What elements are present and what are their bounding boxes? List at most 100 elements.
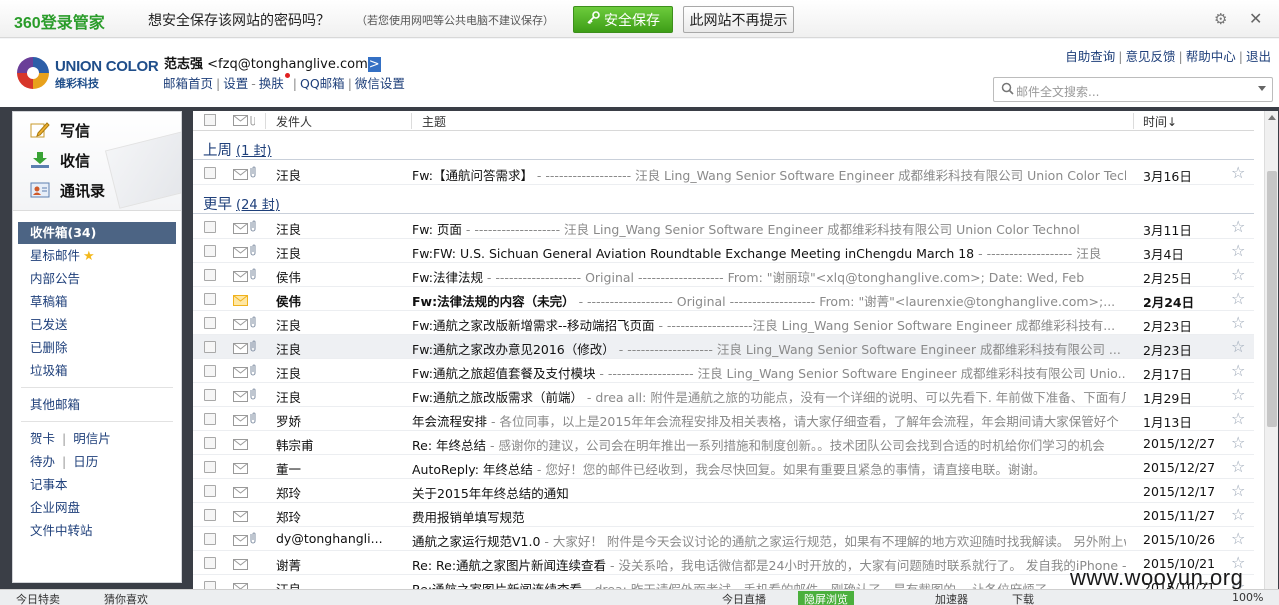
column-subject[interactable]: 主题 <box>422 113 446 130</box>
gear-icon[interactable]: ⚙ <box>1214 10 1230 28</box>
folder-deleted[interactable]: 已删除 <box>13 336 181 359</box>
row-subject[interactable]: Fw:通航之家改办意见2016（修改） - ------------------… <box>412 339 1126 358</box>
status-recommend[interactable]: 猜你喜欢 <box>104 591 148 605</box>
star-icon[interactable]: ☆ <box>1231 217 1245 236</box>
row-subject[interactable]: 关于2015年年终总结的通知 <box>412 483 1126 502</box>
status-download[interactable]: 下载 <box>1012 591 1034 605</box>
row-checkbox[interactable] <box>204 461 216 473</box>
row-subject[interactable]: Fw:通航之家改版新增需求--移动端招飞页面 - ---------------… <box>412 315 1126 334</box>
link-todo[interactable]: 待办 <box>30 454 55 469</box>
never-prompt-button[interactable]: 此网站不再提示 <box>683 6 794 33</box>
link-feedback[interactable]: 意见反馈 <box>1126 49 1176 64</box>
star-icon[interactable]: ☆ <box>1231 529 1245 548</box>
star-icon[interactable]: ☆ <box>1231 289 1245 308</box>
scroll-up-icon[interactable] <box>1268 115 1276 120</box>
star-icon[interactable]: ☆ <box>1231 337 1245 356</box>
link-greeting-card[interactable]: 贺卡 <box>30 431 55 446</box>
row-subject[interactable]: Fw: 页面 - ------------------- 汪良 Ling_Wan… <box>412 219 1126 238</box>
receive-button[interactable]: 收信 <box>30 148 90 172</box>
column-from[interactable]: 发件人 <box>276 113 312 130</box>
row-checkbox[interactable] <box>204 437 216 449</box>
folder-announcements[interactable]: 内部公告 <box>13 267 181 290</box>
row-checkbox[interactable] <box>204 485 216 497</box>
mail-row[interactable]: 汪良 Fw: 页面 - ------------------- 汪良 Ling_W… <box>193 215 1254 239</box>
status-accelerator[interactable]: 加速器 <box>935 591 968 605</box>
row-subject[interactable]: 通航之家运行规范V1.0 - 大家好！ 附件是今天会议讨论的通航之家运行规范，如… <box>412 531 1126 550</box>
link-skin[interactable]: 换肤 <box>259 76 284 91</box>
row-checkbox[interactable] <box>204 293 216 305</box>
scrollbar[interactable] <box>1264 111 1278 589</box>
compose-button[interactable]: 写信 <box>30 118 90 142</box>
mail-row[interactable]: 汪良 Fw:通航之旅改版需求（前端） - drea all: 附件是通航之旅的功能… <box>193 383 1254 407</box>
mail-row[interactable]: 董一 AutoReply: 年终总结 - 您好！您的邮件已经收到，我会尽快回复。如… <box>193 455 1254 479</box>
folder-other-mailboxes[interactable]: 其他邮箱 <box>13 393 181 416</box>
row-checkbox[interactable] <box>204 269 216 281</box>
folder-spam[interactable]: 垃圾箱 <box>13 359 181 382</box>
link-wechat-settings[interactable]: 微信设置 <box>355 76 405 91</box>
link-qq-mail[interactable]: QQ邮箱 <box>300 76 345 91</box>
status-flash-sale[interactable]: 今日特卖 <box>16 591 60 605</box>
link-notebook[interactable]: 记事本 <box>13 473 181 496</box>
row-checkbox[interactable] <box>204 221 216 233</box>
close-icon[interactable]: ✕ <box>1249 9 1262 28</box>
row-subject[interactable]: Fw:通航之旅改版需求（前端） - drea all: 附件是通航之旅的功能点，… <box>412 387 1126 406</box>
row-checkbox[interactable] <box>204 245 216 257</box>
link-file-transfer[interactable]: 文件中转站 <box>13 519 181 542</box>
chevron-down-icon[interactable] <box>1258 86 1266 91</box>
star-icon[interactable]: ☆ <box>1231 433 1245 452</box>
star-icon[interactable]: ☆ <box>1231 409 1245 428</box>
row-checkbox[interactable] <box>204 167 216 179</box>
select-all-checkbox[interactable] <box>204 114 216 126</box>
link-calendar[interactable]: 日历 <box>73 454 98 469</box>
link-netdisk[interactable]: 企业网盘 <box>13 496 181 519</box>
star-icon[interactable]: ☆ <box>1231 505 1245 524</box>
section-count[interactable]: (1 封) <box>236 144 272 159</box>
row-checkbox[interactable] <box>204 413 216 425</box>
mail-search-input[interactable]: 邮件全文搜索... <box>993 77 1273 102</box>
mail-row[interactable]: 汪良 Fw:通航之家改版新增需求--移动端招飞页面 - -------------… <box>193 311 1254 335</box>
mail-row[interactable]: 郑玲 费用报销单填写规范 2015/11/27 ☆ <box>193 503 1254 527</box>
mail-row[interactable]: 汪良 Fw:FW: U.S. Sichuan General Aviation R… <box>193 239 1254 263</box>
folder-drafts[interactable]: 草稿箱 <box>13 290 181 313</box>
star-icon[interactable]: ☆ <box>1231 241 1245 260</box>
star-icon[interactable]: ☆ <box>1231 361 1245 380</box>
row-checkbox[interactable] <box>204 533 216 545</box>
link-postcard[interactable]: 明信片 <box>73 431 111 446</box>
mail-row[interactable]: 韩宗甫 Re: 年终总结 - 感谢你的建议，公司会在明年推出一系列措施和制度创新。… <box>193 431 1254 455</box>
row-checkbox[interactable] <box>204 341 216 353</box>
scrollbar-thumb[interactable] <box>1267 171 1277 427</box>
row-subject[interactable]: 费用报销单填写规范 <box>412 507 1126 526</box>
row-checkbox[interactable] <box>204 389 216 401</box>
mail-row[interactable]: 郑玲 关于2015年年终总结的通知 2015/12/17 ☆ <box>193 479 1254 503</box>
star-icon[interactable]: ☆ <box>1231 265 1245 284</box>
mail-row[interactable]: 汪良 Fw:【通航问答需求】 - ------------------- 汪良 L… <box>193 161 1254 185</box>
mail-row[interactable]: 罗娇 年会流程安排 - 各位同事，以上是2015年年会流程安排及相关表格，请大家仔… <box>193 407 1254 431</box>
row-subject[interactable]: AutoReply: 年终总结 - 您好！您的邮件已经收到，我会尽快回复。如果有… <box>412 459 1126 478</box>
row-checkbox[interactable] <box>204 317 216 329</box>
row-subject[interactable]: Re: 年终总结 - 感谢你的建议，公司会在明年推出一系列措施和制度创新。。技术… <box>412 435 1126 454</box>
link-help[interactable]: 帮助中心 <box>1186 49 1236 64</box>
star-icon[interactable]: ☆ <box>1231 481 1245 500</box>
row-subject[interactable]: Fw:法律法规 - ------------------- Original -… <box>412 267 1126 286</box>
mail-row[interactable]: 汪良 Fw:通航之家改办意见2016（修改） - ----------------… <box>193 335 1254 359</box>
column-time[interactable]: 时间↓ <box>1143 113 1177 130</box>
folder-starred[interactable]: 星标邮件 ★ <box>13 244 181 267</box>
mail-row[interactable]: 汪良 Fw:通航之旅超值套餐及支付模块 - -------------------… <box>193 359 1254 383</box>
link-self-service[interactable]: 自助查询 <box>1065 49 1115 64</box>
folder-sent[interactable]: 已发送 <box>13 313 181 336</box>
save-password-button[interactable]: 安全保存 <box>573 6 673 33</box>
mail-row[interactable]: 侯伟 Fw:法律法规的内容（未完） - ------------------- O… <box>193 287 1254 311</box>
folder-inbox[interactable]: 收件箱(34) <box>18 222 176 244</box>
star-icon[interactable]: ☆ <box>1231 385 1245 404</box>
star-icon[interactable]: ☆ <box>1231 163 1245 182</box>
row-subject[interactable]: Re: Re:通航之家图片新闻连续查看 - 没关系哈，我电话微信都是24小时开放… <box>412 555 1126 574</box>
row-checkbox[interactable] <box>204 365 216 377</box>
row-subject[interactable]: Fw:法律法规的内容（未完） - ------------------- Ori… <box>412 291 1126 310</box>
status-stealth-mode[interactable]: 隐屏浏览 <box>798 591 854 605</box>
link-settings[interactable]: 设置 <box>223 76 248 91</box>
row-subject[interactable]: 年会流程安排 - 各位同事，以上是2015年年会流程安排及相关表格，请大家仔细查… <box>412 411 1126 430</box>
star-icon[interactable]: ☆ <box>1231 313 1245 332</box>
row-subject[interactable]: Fw:通航之旅超值套餐及支付模块 - ------------------- 汪… <box>412 363 1126 382</box>
row-subject[interactable]: Fw:【通航问答需求】 - ------------------- 汪良 Lin… <box>412 165 1126 184</box>
mail-row[interactable]: 侯伟 Fw:法律法规 - ------------------- Original… <box>193 263 1254 287</box>
